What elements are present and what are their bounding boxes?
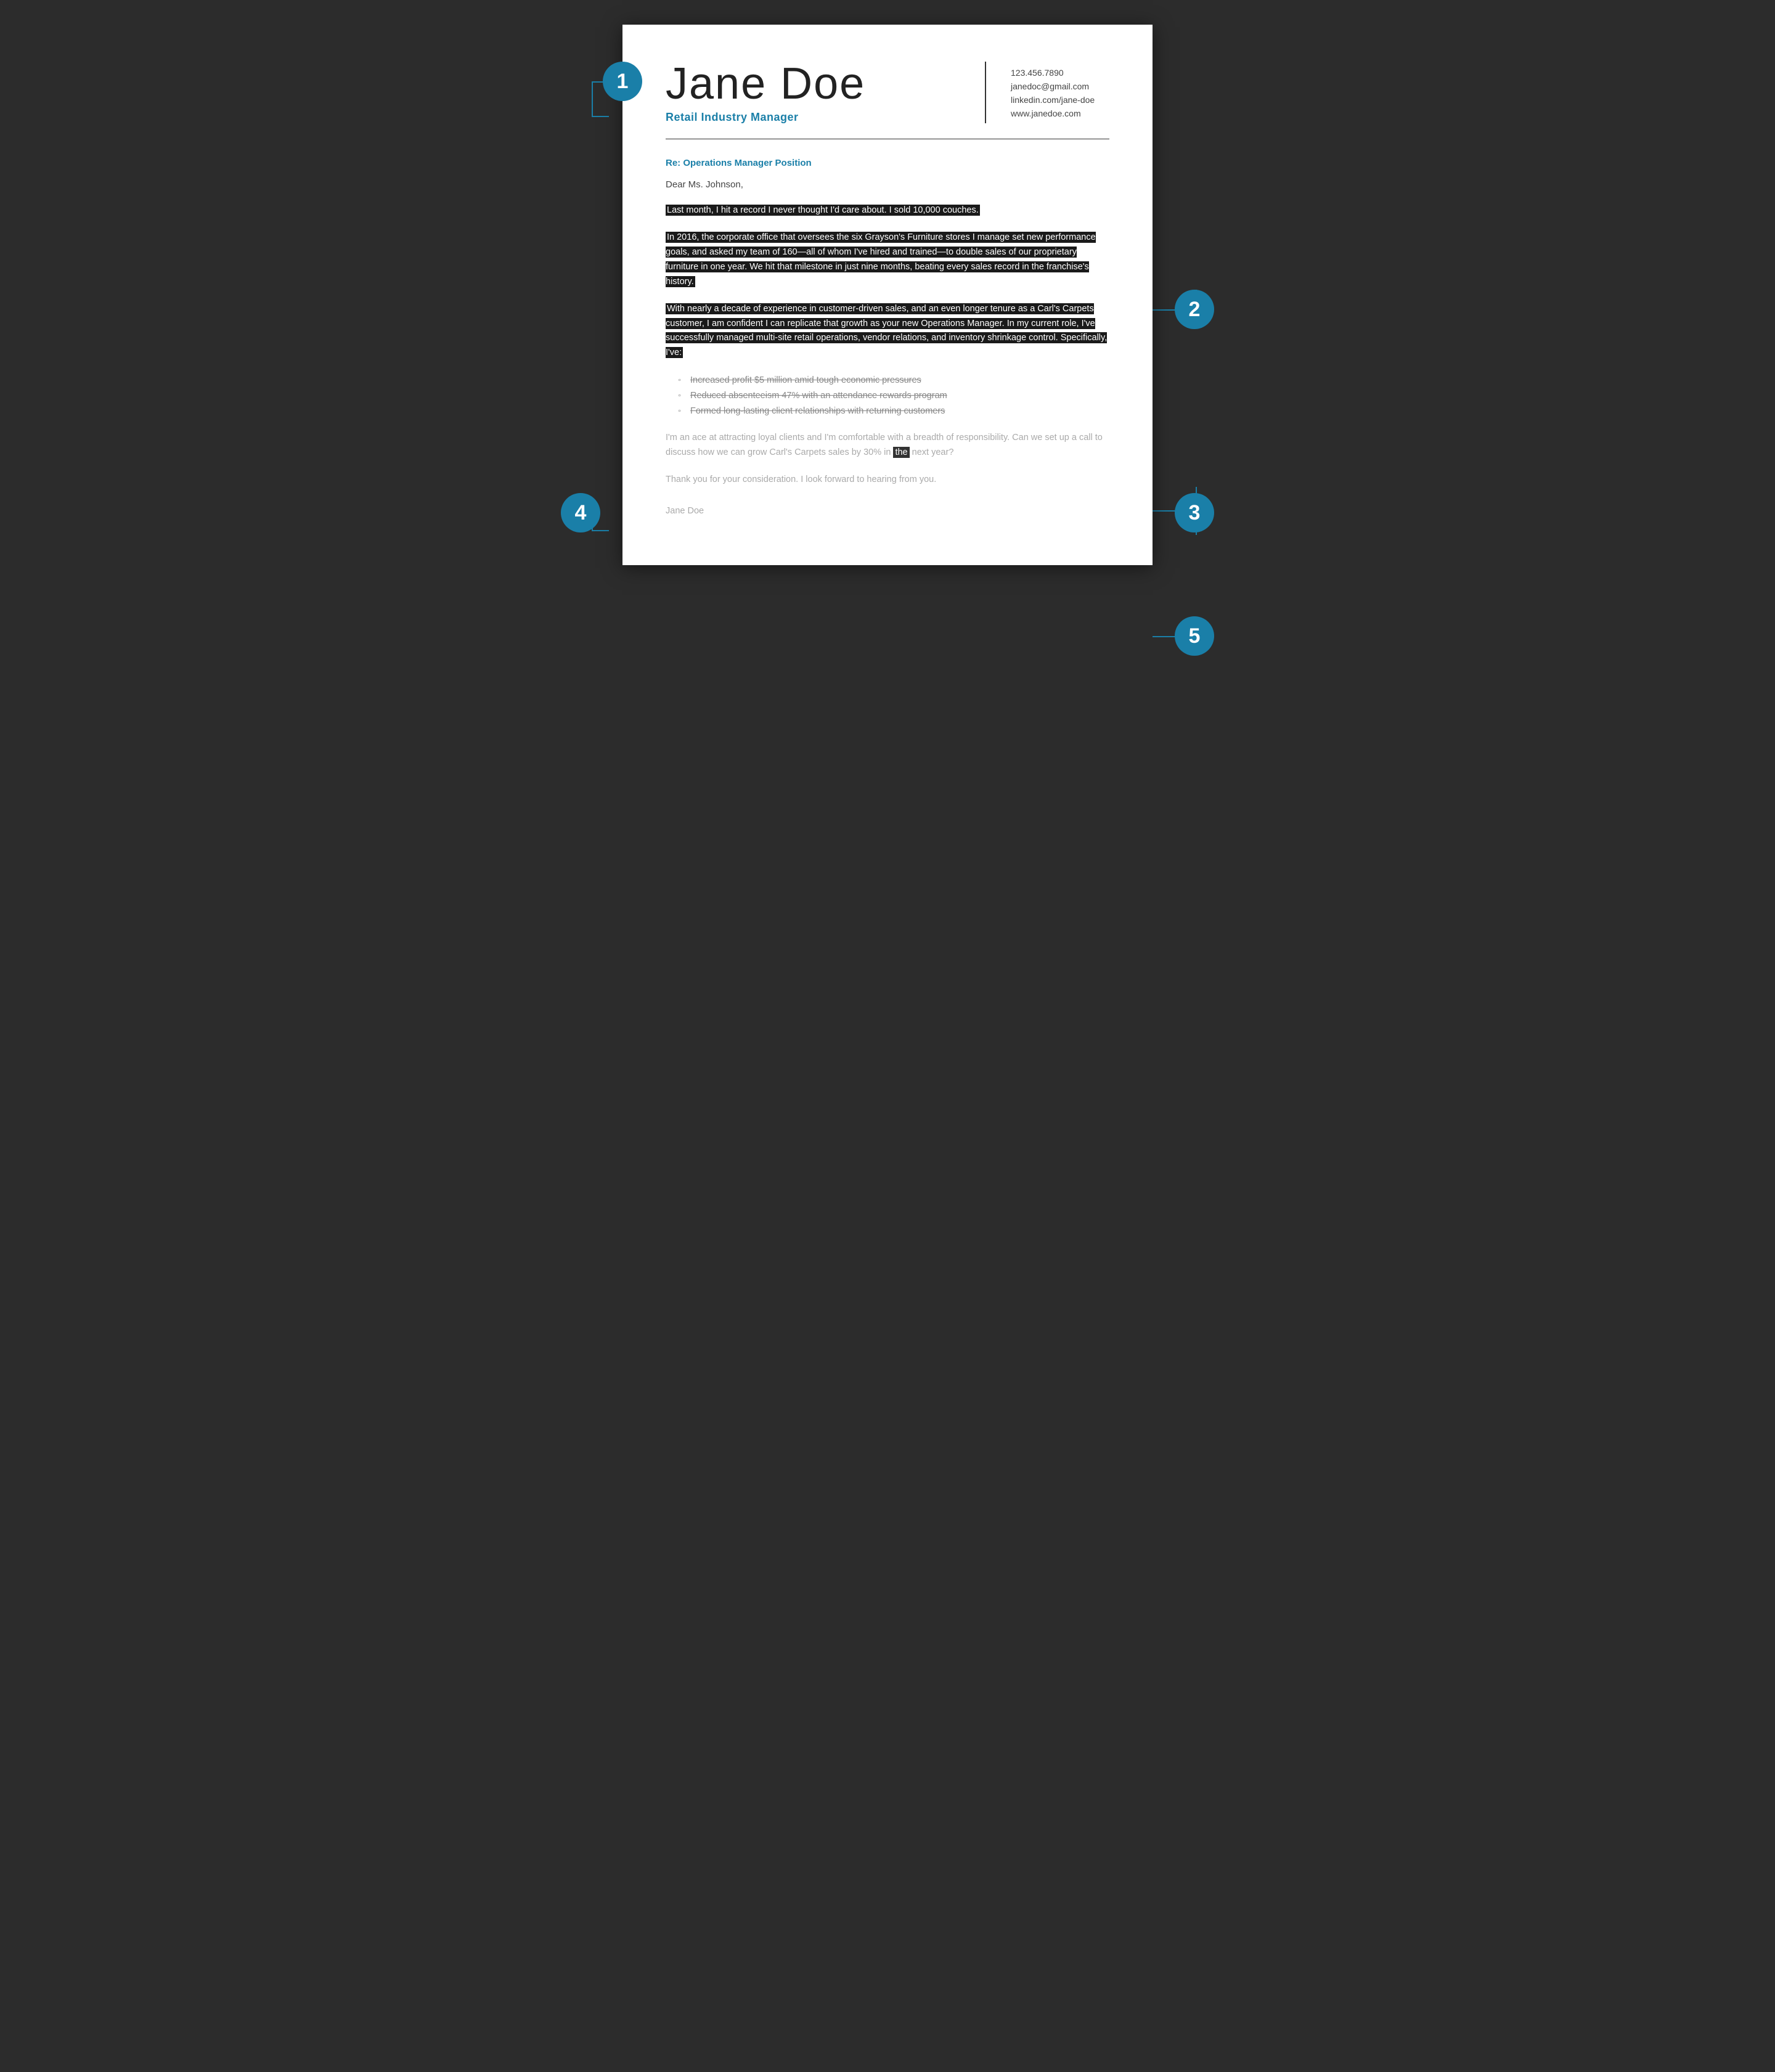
re-line: Re: Operations Manager Position	[666, 158, 1109, 168]
annotation-badge-2: 2	[1175, 290, 1214, 329]
linkedin-url: linkedin.com/jane-doe	[1011, 95, 1109, 105]
paragraph-2: In 2016, the corporate office that overs…	[666, 230, 1109, 290]
paragraph-1-text: Last month, I hit a record I never thoug…	[666, 205, 980, 216]
paragraph-4-text: I'm an ace at attracting loyal clients a…	[666, 433, 1103, 457]
document-header: Jane Doe Retail Industry Manager 123.456…	[666, 62, 1109, 124]
website-url: www.janedoe.com	[1011, 108, 1109, 118]
bullet-item-3: Formed long-lasting client relationships…	[678, 404, 1109, 419]
paragraph-4-end: next year?	[912, 447, 954, 457]
applicant-title: Retail Industry Manager	[666, 111, 960, 124]
bracket-1-bottom	[592, 116, 609, 117]
paragraph-3: With nearly a decade of experience in cu…	[666, 302, 1109, 361]
bracket-1-vertical	[592, 81, 593, 117]
annotation-badge-3: 3	[1175, 493, 1214, 532]
bracket-4-horiz	[592, 530, 609, 531]
paragraph-2-text: In 2016, the corporate office that overs…	[666, 232, 1096, 287]
email-address: janedoc@gmail.com	[1011, 81, 1109, 91]
paragraph-1: Last month, I hit a record I never thoug…	[666, 203, 1109, 218]
annotation-badge-4: 4	[561, 493, 600, 532]
header-vertical-divider	[985, 62, 986, 123]
header-left: Jane Doe Retail Industry Manager	[666, 62, 960, 124]
annotation-badge-5: 5	[1175, 616, 1214, 656]
contact-info: 123.456.7890 janedoc@gmail.com linkedin.…	[1011, 62, 1109, 118]
bullet-item-1: Increased profit $5 million amid tough e…	[678, 373, 1109, 388]
achievements-list: Increased profit $5 million amid tough e…	[666, 373, 1109, 418]
page-wrapper: 1 2 3 4 5 Jane Doe Retail Industry Manag…	[622, 25, 1153, 565]
paragraph-3-text: With nearly a decade of experience in cu…	[666, 303, 1107, 359]
annotation-badge-1: 1	[603, 62, 642, 101]
paragraph-4: I'm an ace at attracting loyal clients a…	[666, 431, 1109, 460]
cover-letter-document: Jane Doe Retail Industry Manager 123.456…	[622, 25, 1153, 565]
paragraph-4-inline-highlight: the	[893, 447, 909, 458]
phone-number: 123.456.7890	[1011, 68, 1109, 78]
salutation: Dear Ms. Johnson,	[666, 179, 1109, 190]
signature: Jane Doe	[666, 506, 1109, 516]
paragraph-5: Thank you for your consideration. I look…	[666, 473, 1109, 487]
applicant-name: Jane Doe	[666, 62, 960, 106]
bullet-item-2: Reduced absenteeism 47% with an attendan…	[678, 388, 1109, 404]
